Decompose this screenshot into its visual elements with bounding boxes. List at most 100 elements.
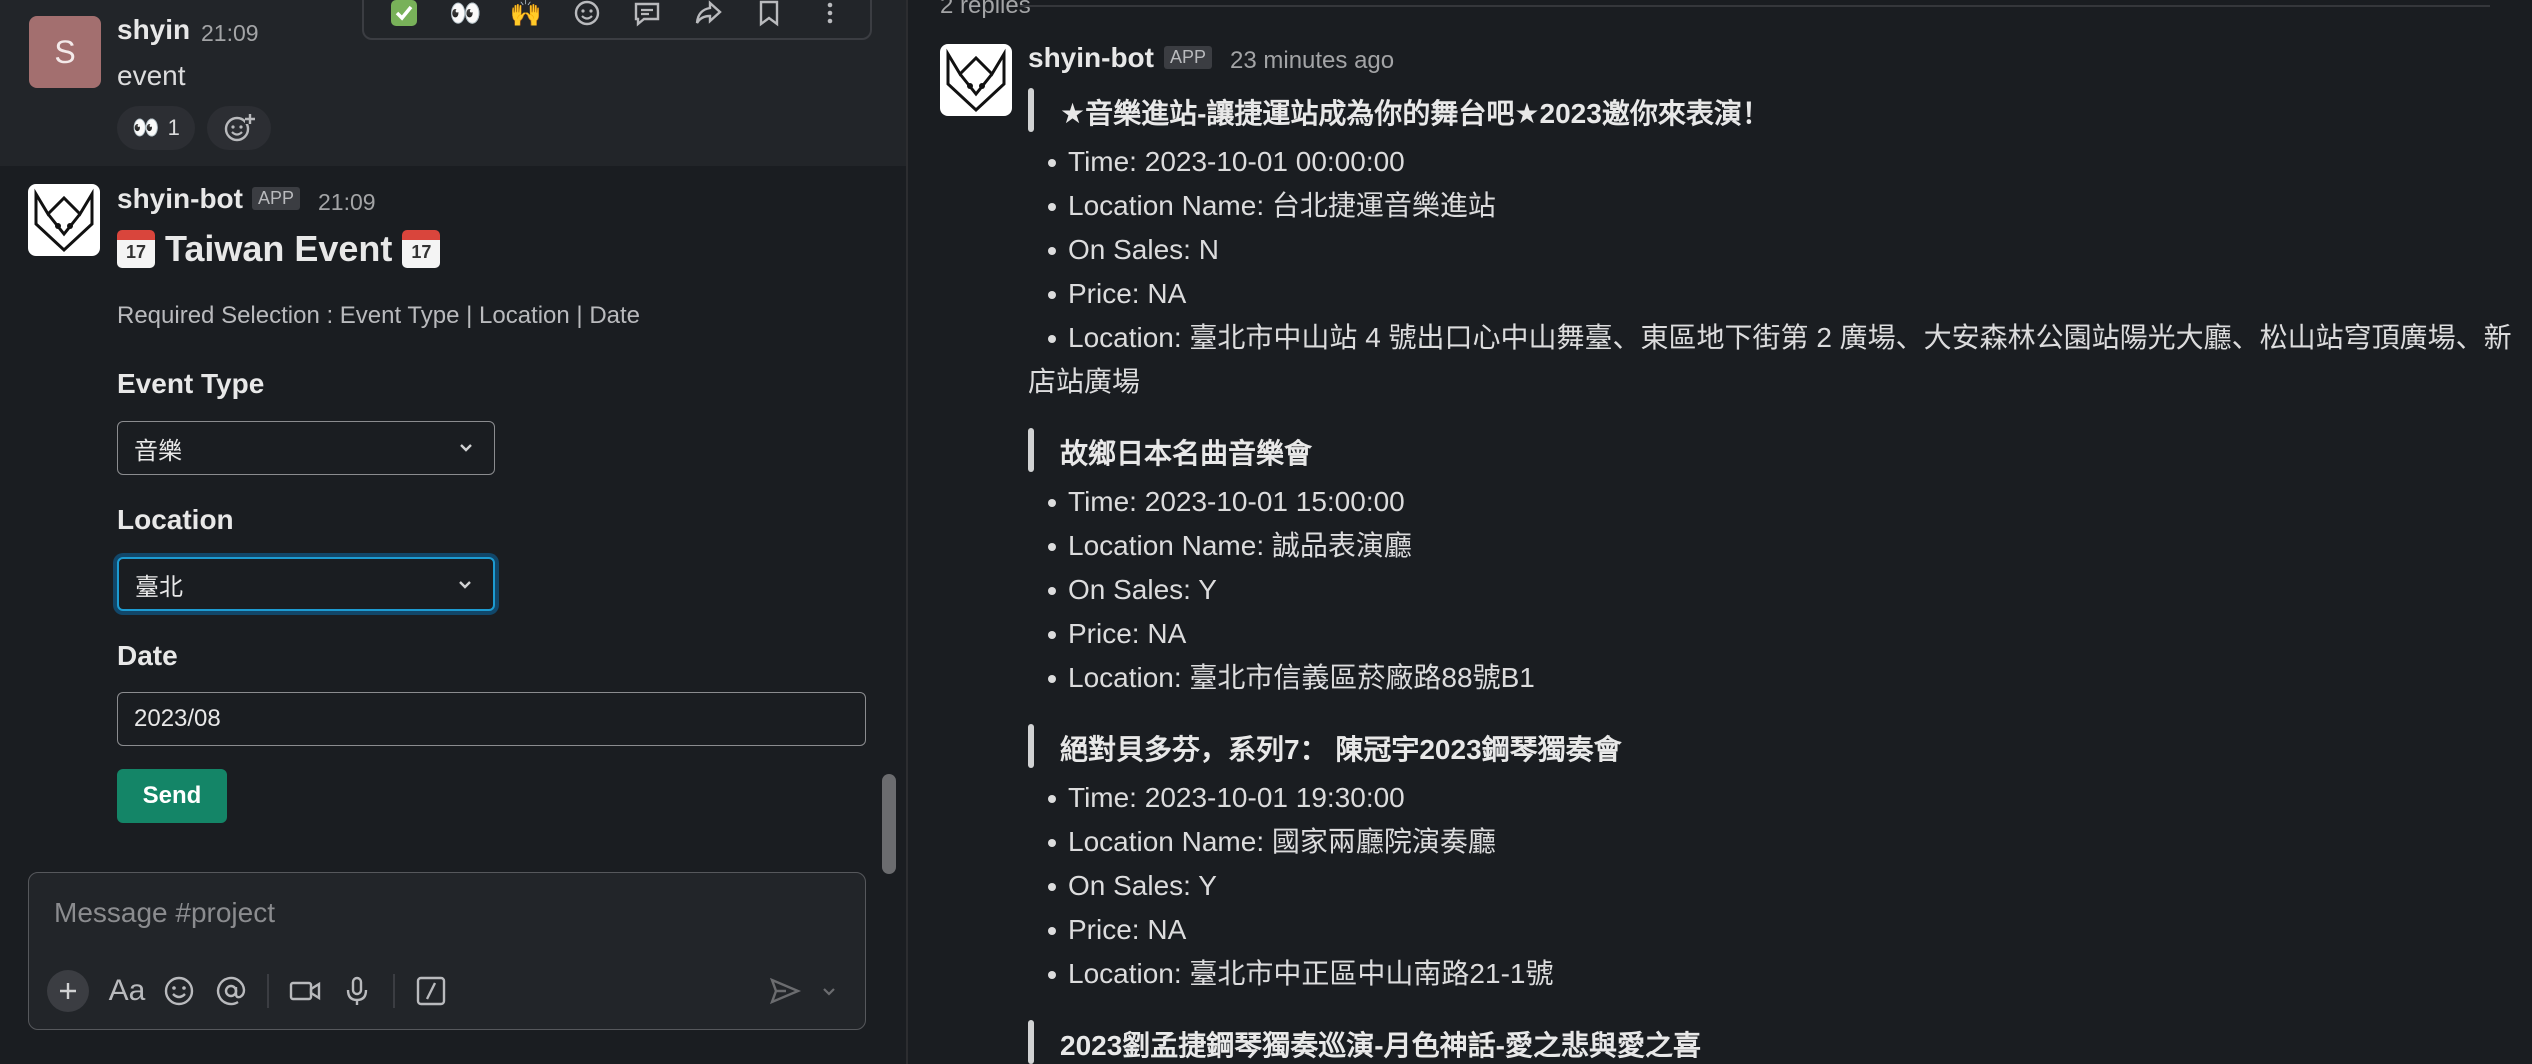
- message-author[interactable]: shyin: [117, 14, 190, 46]
- eyes-emoji: 👀: [132, 115, 160, 140]
- chevron-down-icon: [460, 444, 472, 452]
- event-title: ★音樂進站-讓捷運站成為你的舞台吧★2023邀你來表演！: [1060, 98, 1770, 129]
- event-price: Price: NA: [1028, 612, 2512, 656]
- event-type-select[interactable]: 音樂: [117, 421, 495, 475]
- event-details: Time: 2023-10-01 00:00:00 Location Name:…: [1028, 140, 2512, 404]
- event-type-label: Event Type: [117, 368, 265, 399]
- audio-button[interactable]: [331, 967, 383, 1015]
- slash-command-icon: [416, 976, 446, 1006]
- event-on-sales: On Sales: N: [1028, 228, 2512, 272]
- composer-placeholder[interactable]: Message #project: [54, 897, 275, 929]
- quote-bar: [1028, 724, 1034, 768]
- app-badge: APP: [1164, 46, 1213, 69]
- quote-bar: [1028, 428, 1034, 472]
- replies-count: 2 replies: [940, 0, 1031, 19]
- replies-divider: [1020, 5, 2490, 7]
- quote-bar: [1028, 1020, 1034, 1064]
- video-button[interactable]: [279, 967, 331, 1015]
- send-icon: [769, 977, 802, 1005]
- event-location: Location: 臺北市信義區菸廠路88號B1: [1028, 656, 2512, 700]
- location-value: 臺北: [135, 573, 183, 601]
- composer-toolbar: Aa: [47, 967, 847, 1015]
- schedule-send-button[interactable]: [811, 967, 847, 1015]
- form-title-text: Taiwan Event: [165, 228, 393, 269]
- bot-avatar[interactable]: [28, 184, 100, 256]
- event-item: 2023劉孟捷鋼琴獨奏巡演-月色神話-愛之悲與愛之喜: [1028, 1020, 2512, 1064]
- event-on-sales: On Sales: Y: [1028, 568, 2512, 612]
- raised-hands-icon[interactable]: 🙌: [509, 0, 543, 30]
- more-icon[interactable]: [813, 0, 847, 30]
- check-mark-icon[interactable]: [387, 0, 421, 30]
- event-location-name: Location Name: 國家兩廳院演奏廳: [1028, 820, 2512, 864]
- chevron-down-icon: [459, 581, 471, 589]
- reaction-eyes[interactable]: 👀 1: [117, 106, 195, 150]
- mention-button[interactable]: [205, 967, 257, 1015]
- message-author[interactable]: shyin-bot: [1028, 42, 1154, 74]
- date-value: 2023/08: [134, 705, 221, 732]
- toolbar-divider: [267, 974, 269, 1008]
- avatar[interactable]: S: [29, 16, 101, 88]
- event-location-name: Location Name: 誠品表演廳: [1028, 524, 2512, 568]
- channel-pane: S shyin 21:09 event 👀 1 👀 🙌 shyin-bot AP…: [0, 0, 906, 1064]
- fox-logo-icon: [946, 48, 1006, 113]
- forward-icon[interactable]: [691, 0, 725, 30]
- send-button[interactable]: Send: [117, 769, 227, 823]
- send-message-button[interactable]: [759, 967, 811, 1015]
- event-title: 絕對貝多芬，系列7： 陳冠宇2023鋼琴獨奏會: [1060, 734, 1622, 765]
- event-location: Location: 臺北市中山站 4 號出口心中山舞臺、東區地下街第 2 廣場、…: [1028, 316, 2512, 404]
- location-label: Location: [117, 504, 234, 535]
- message-composer[interactable]: Message #project Aa: [28, 872, 866, 1030]
- event-title: 故鄉日本名曲音樂會: [1060, 438, 1313, 469]
- app-badge: APP: [252, 187, 301, 210]
- message-time[interactable]: 23 minutes ago: [1230, 47, 1394, 75]
- event-item: 故鄉日本名曲音樂會 Time: 2023-10-01 15:00:00 Loca…: [1028, 428, 2512, 708]
- quote-bar: [1028, 88, 1034, 132]
- formatting-button[interactable]: Aa: [101, 967, 153, 1015]
- event-time: Time: 2023-10-01 00:00:00: [1028, 140, 2512, 184]
- message-time[interactable]: 21:09: [201, 20, 259, 47]
- add-reaction-icon[interactable]: [570, 0, 604, 30]
- microphone-icon: [346, 976, 368, 1005]
- event-location: Location: 臺北市中正區中山南路21-1號: [1028, 952, 2512, 996]
- video-camera-icon: [289, 981, 321, 1001]
- emoji-icon: [164, 976, 194, 1006]
- required-selection-text: Required Selection : Event Type | Locati…: [117, 302, 641, 329]
- event-price: Price: NA: [1028, 908, 2512, 952]
- event-title: 2023劉孟捷鋼琴獨奏巡演-月色神話-愛之悲與愛之喜: [1060, 1030, 1701, 1061]
- date-input[interactable]: 2023/08: [117, 692, 866, 746]
- event-item: 絕對貝多芬，系列7： 陳冠宇2023鋼琴獨奏會 Time: 2023-10-01…: [1028, 724, 2512, 1004]
- event-on-sales: On Sales: Y: [1028, 864, 2512, 908]
- form-title: Taiwan Event: [117, 228, 441, 270]
- calendar-icon: [117, 230, 155, 268]
- scrollbar[interactable]: [882, 774, 896, 874]
- event-time: Time: 2023-10-01 19:30:00: [1028, 776, 2512, 820]
- event-price: Price: NA: [1028, 272, 2512, 316]
- location-select[interactable]: 臺北: [117, 557, 495, 611]
- message-text: event: [117, 60, 186, 91]
- emoji-button[interactable]: [153, 967, 205, 1015]
- event-type-value: 音樂: [134, 437, 182, 465]
- bookmark-icon[interactable]: [752, 0, 786, 30]
- fox-logo-icon: [34, 188, 94, 253]
- bot-avatar[interactable]: [940, 44, 1012, 116]
- message-author[interactable]: shyin-bot: [117, 183, 243, 215]
- add-reaction-button[interactable]: [207, 106, 271, 150]
- calendar-icon: [402, 230, 441, 268]
- at-sign-icon: [216, 976, 246, 1006]
- message-shyin[interactable]: S shyin 21:09 event 👀 1 👀 🙌: [0, 0, 906, 166]
- reply-icon[interactable]: [630, 0, 664, 30]
- event-time: Time: 2023-10-01 15:00:00: [1028, 480, 2512, 524]
- thread-pane: 2 replies shyin-bot APP 23 minutes ago ★…: [908, 0, 2532, 1064]
- attach-button[interactable]: [47, 970, 89, 1012]
- reaction-count: 1: [167, 115, 180, 140]
- eyes-icon[interactable]: 👀: [448, 0, 482, 30]
- chevron-down-icon: [823, 988, 835, 996]
- event-location-name: Location Name: 台北捷運音樂進站: [1028, 184, 2512, 228]
- event-details: Time: 2023-10-01 15:00:00 Location Name:…: [1028, 480, 2512, 700]
- shortcuts-button[interactable]: [405, 967, 457, 1015]
- message-actions-toolbar: 👀 🙌: [362, 0, 872, 40]
- event-details: Time: 2023-10-01 19:30:00 Location Name:…: [1028, 776, 2512, 996]
- toolbar-divider: [393, 974, 395, 1008]
- plus-icon: [60, 983, 76, 999]
- message-time[interactable]: 21:09: [318, 189, 376, 216]
